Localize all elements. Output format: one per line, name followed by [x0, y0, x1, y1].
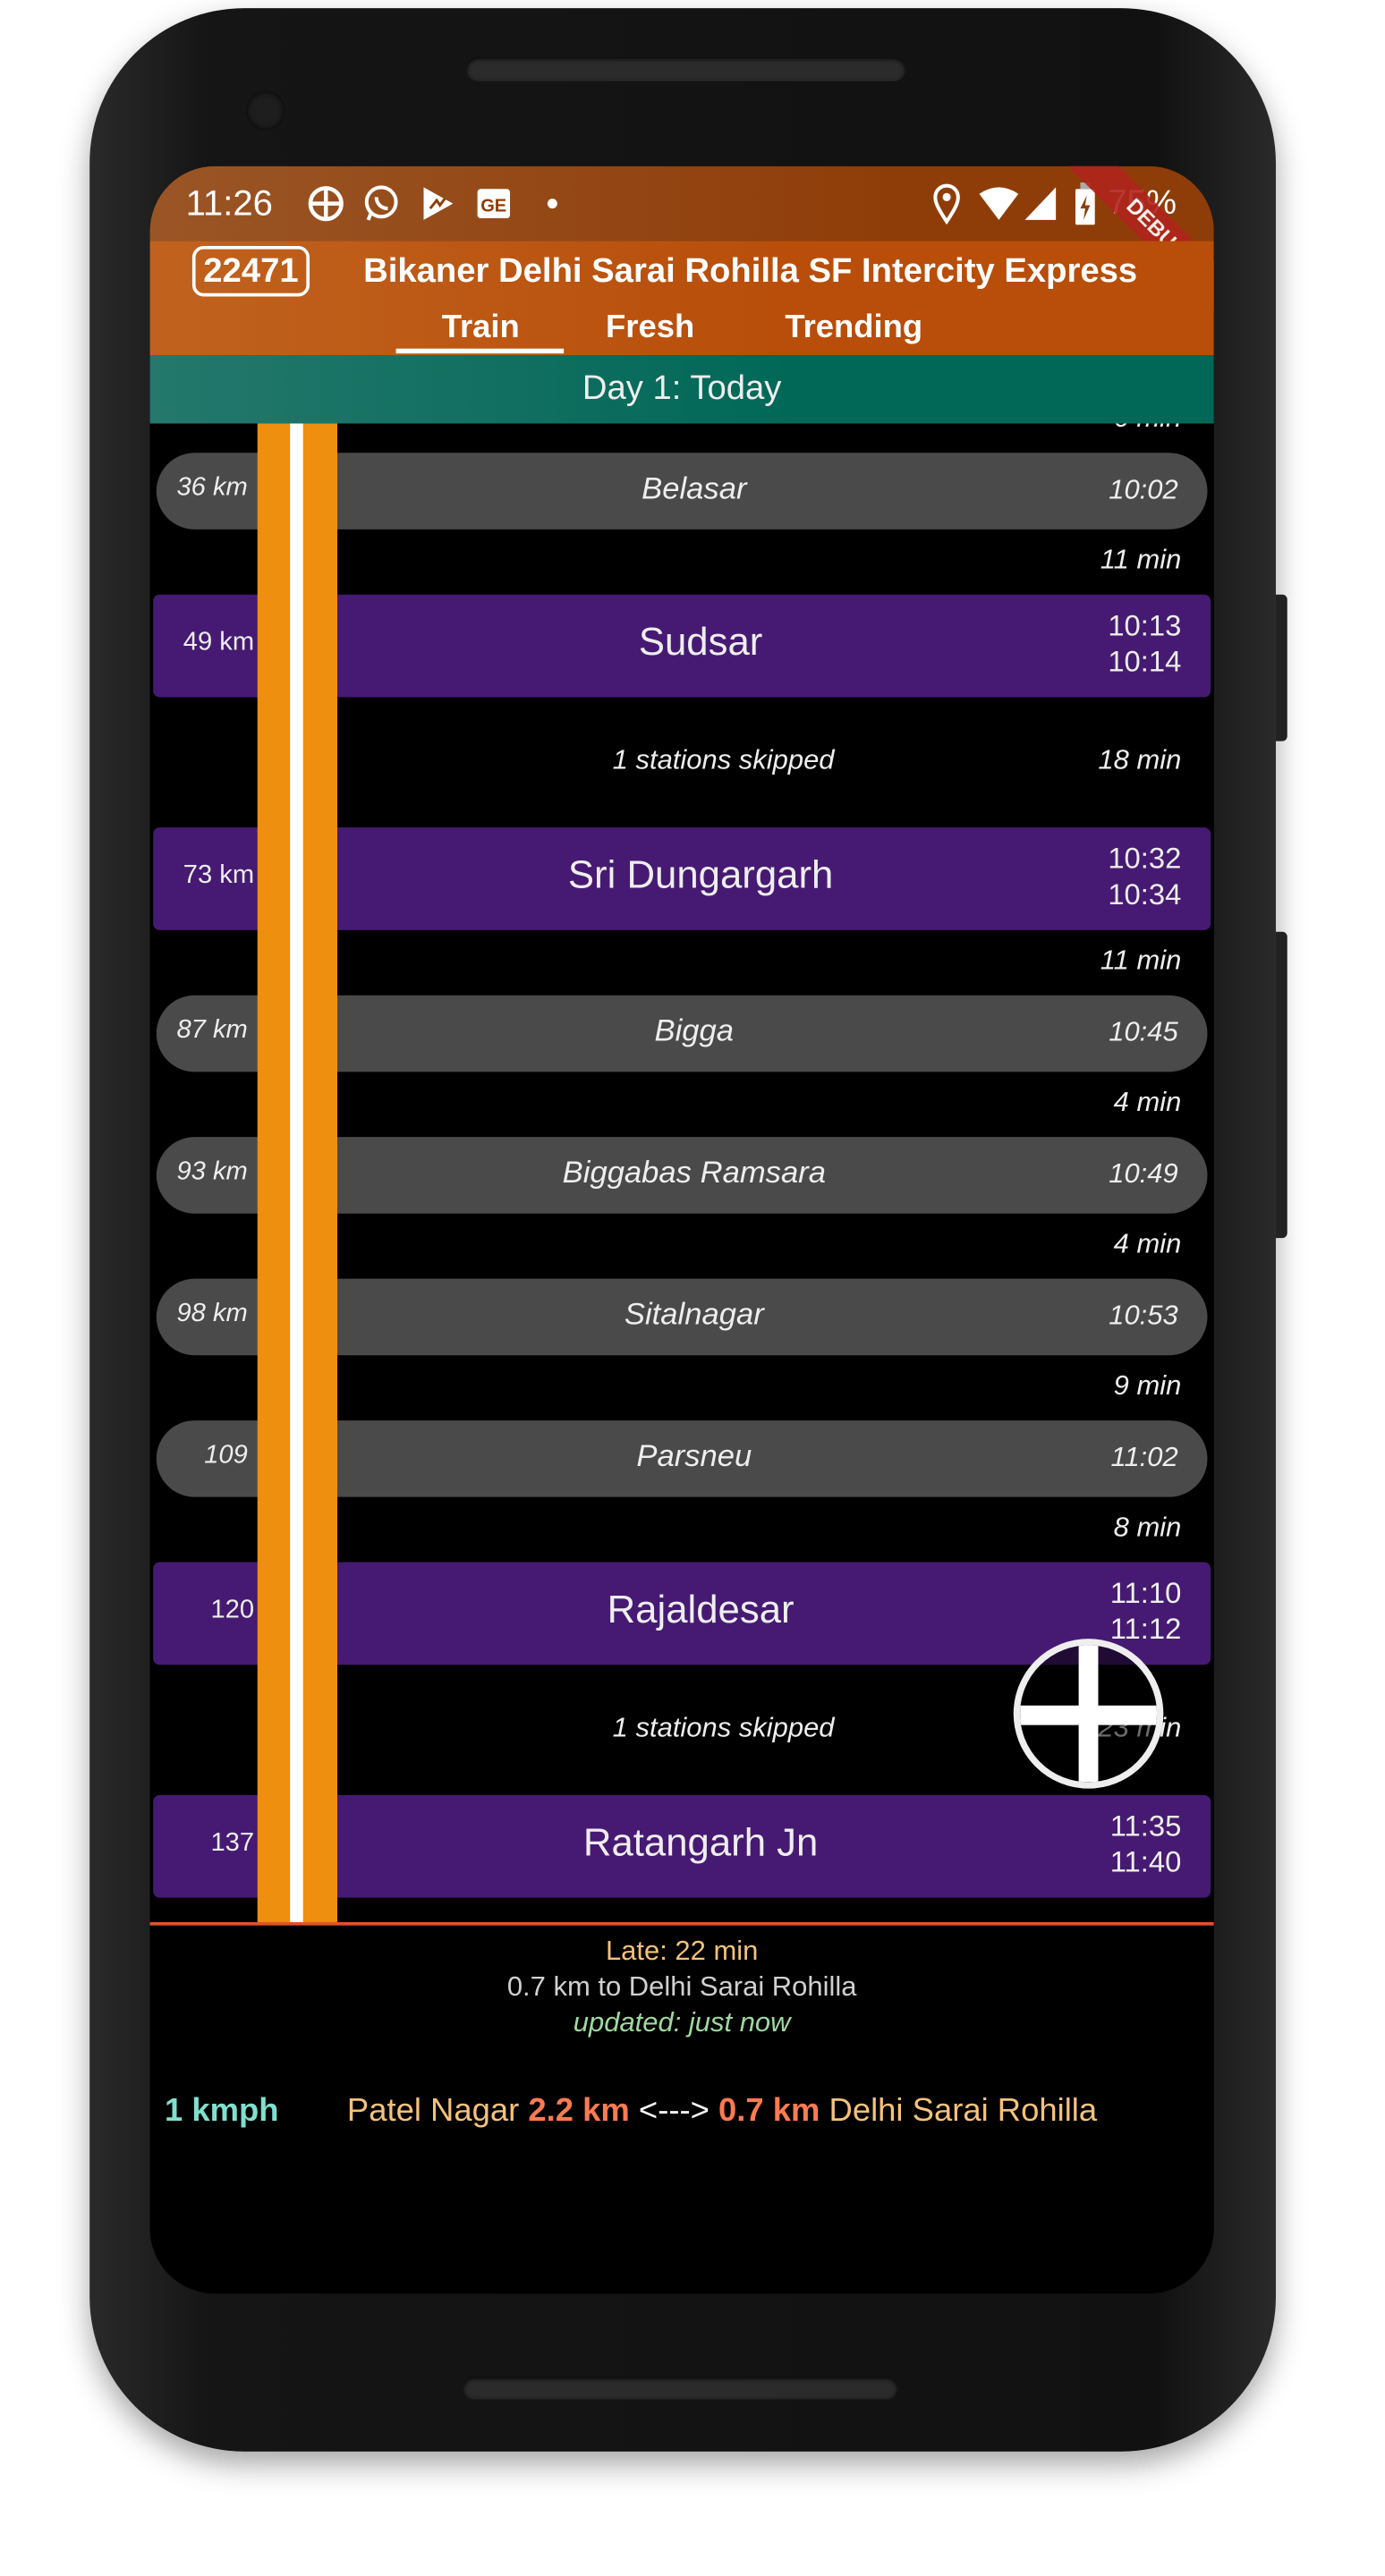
prev-station: Patel Nagar [346, 2093, 520, 2130]
device-frame: 11:26 GE 75% DEBUG 22471 Bikaner Delhi S… [0, 0, 1385, 2575]
arrival-time: 10:13 [1108, 609, 1182, 642]
arrival-time: 11:35 [1109, 1809, 1182, 1843]
play-store-icon [423, 187, 454, 220]
arrow: <---> [638, 2093, 709, 2130]
locate-button[interactable] [1013, 1639, 1164, 1789]
power-button [1275, 594, 1287, 741]
departure-time: 11:40 [1109, 1845, 1182, 1878]
train-number-badge[interactable]: 22471 [191, 245, 310, 297]
status-panel: Late: 22 min 0.7 km to Delhi Sarai Rohil… [149, 1921, 1214, 2294]
position-line: Patel Nagar 2.2 km <---> 0.7 km Delhi Sa… [347, 2093, 1097, 2131]
notification-dot-icon [547, 199, 557, 209]
travel-duration: 11 min [1100, 945, 1182, 976]
tab-train[interactable]: Train [397, 309, 564, 347]
divider [149, 1921, 1214, 1926]
travel-duration: 4 min [1113, 1228, 1182, 1259]
crosshair-icon [1020, 1645, 1158, 1783]
prev-distance: 2.2 km [528, 2093, 630, 2130]
speed: 1 kmph [164, 2093, 279, 2130]
signal-icon [1024, 187, 1057, 220]
next-station: Delhi Sarai Rohilla [828, 2093, 1098, 2130]
travel-duration: 18 min [1098, 744, 1182, 775]
station-time: 10:02 [1109, 473, 1178, 505]
departure-time: 10:14 [1108, 645, 1182, 678]
station-time: 10:45 [1109, 1016, 1178, 1048]
travel-duration: 4 min [1113, 1086, 1182, 1118]
clock: 11:26 [185, 182, 273, 224]
svg-text:GE: GE [480, 197, 506, 216]
arrival-time: 11:10 [1109, 1576, 1182, 1610]
location-icon [933, 183, 960, 225]
active-tab-indicator [395, 348, 565, 354]
status-bar: 11:26 GE 75% DEBUG [149, 165, 1214, 324]
travel-duration: 6 min [1114, 424, 1182, 435]
updated-time: updated: just now [573, 2006, 791, 2038]
station-time: 10:49 [1109, 1157, 1178, 1190]
departure-time: 10:34 [1108, 877, 1182, 911]
next-distance: 0.7 km [718, 2093, 820, 2130]
tab-fresh[interactable]: Fresh [567, 309, 734, 347]
late-status: Late: 22 min [605, 1935, 759, 1967]
ge-icon: GE [477, 189, 511, 219]
wifi-icon [979, 187, 1019, 220]
train-name-title: Bikaner Delhi Sarai Rohilla SF Intercity… [363, 252, 1138, 291]
app-bar: 22471 Bikaner Delhi Sarai Rohilla SF Int… [149, 241, 1214, 356]
arrival-time: 10:32 [1108, 842, 1182, 875]
whatsapp-icon [364, 185, 398, 221]
front-camera [245, 90, 285, 131]
crosshair-icon [308, 186, 344, 222]
distance-to-station: 0.7 km to Delhi Sarai Rohilla [506, 1970, 857, 2003]
travel-duration: 8 min [1113, 1512, 1182, 1543]
track-center-stripe [290, 423, 303, 1922]
day-header: Day 1: Today [149, 355, 1214, 424]
earpiece-speaker [465, 56, 906, 82]
volume-button [1275, 931, 1287, 1239]
screen: 11:26 GE 75% DEBUG 22471 Bikaner Delhi S… [149, 165, 1214, 2294]
station-time: 10:53 [1109, 1300, 1178, 1331]
bottom-speaker [463, 2377, 898, 2400]
travel-duration: 9 min [1113, 1369, 1182, 1402]
departure-time: 11:12 [1109, 1612, 1182, 1646]
tab-trending[interactable]: Trending [752, 309, 955, 347]
station-time: 11:02 [1110, 1441, 1178, 1473]
travel-duration: 11 min [1100, 544, 1182, 575]
